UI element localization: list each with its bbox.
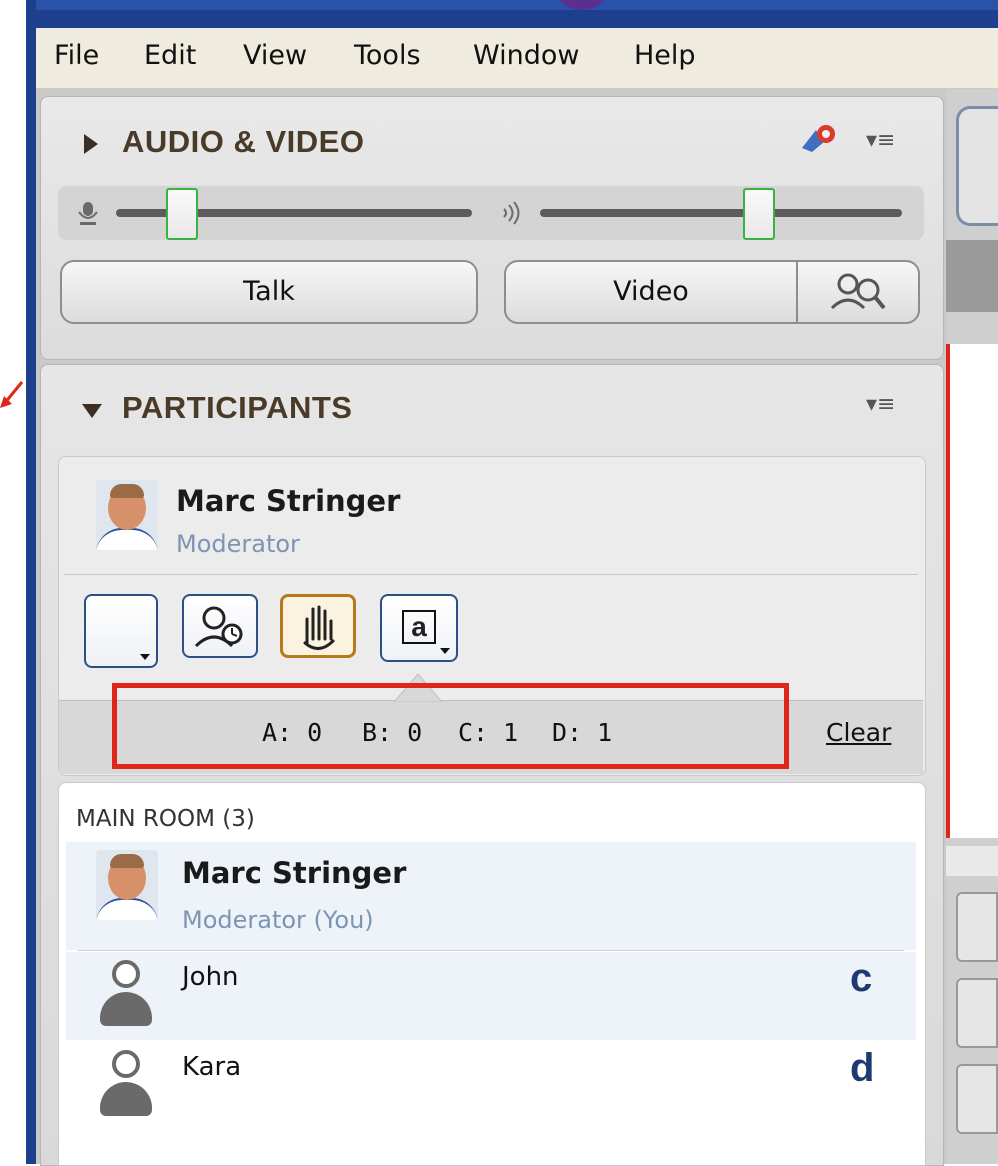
title-strip [36,0,998,10]
answer-dropdown-button[interactable]: a [380,594,458,662]
camera-preferences-icon [830,273,886,310]
menu-help[interactable]: Help [634,40,696,71]
video-button[interactable]: Video [504,260,798,324]
list-item-name[interactable]: John [182,962,239,992]
whiteboard-area[interactable] [946,344,998,838]
shape-tool-icon[interactable] [956,978,998,1048]
panel-menu-icon[interactable]: ▾≡ [866,128,895,153]
list-item-name[interactable]: Kara [182,1052,241,1082]
highlight-box [112,683,789,769]
right-toolbar [946,240,998,312]
menu-tools[interactable]: Tools [354,40,421,71]
expand-arrow-icon[interactable] [82,404,102,418]
menu-window[interactable]: Window [473,40,579,71]
raise-hand-icon [303,605,335,650]
mic-volume-thumb[interactable] [166,188,199,240]
speaker-volume-thumb[interactable] [743,188,776,240]
menu-bar: File Edit View Tools Window Help [36,28,998,89]
annotation-arrow-icon [0,381,24,408]
pencil-tool-icon[interactable] [956,1064,998,1134]
participants-menu-icon[interactable]: ▾≡ [866,392,895,417]
step-away-button[interactable] [182,594,258,658]
speaker-volume-track[interactable] [540,209,902,217]
camera-preferences-button[interactable] [796,260,920,324]
answer-label: d [850,1046,875,1090]
list-item-name[interactable]: Marc Stringer [182,856,406,890]
right-divider [946,846,998,876]
microphone-icon [78,202,98,225]
settings-gear-icon[interactable] [800,122,838,154]
list-item-role: Moderator (You) [182,906,374,934]
my-role: Moderator [176,530,300,558]
participants-title: PARTICIPANTS [122,390,353,425]
text-tool-icon[interactable] [956,892,998,962]
answer-label: c [850,956,873,1000]
avatar [96,850,158,920]
my-name: Marc Stringer [176,484,401,518]
person-icon [96,1048,156,1126]
collapse-arrow-icon[interactable] [84,134,98,154]
divider [64,574,918,575]
clear-answers-link[interactable]: Clear [826,718,891,747]
person-icon [96,958,156,1036]
menu-edit[interactable]: Edit [144,40,196,71]
menu-file[interactable]: File [54,40,99,71]
menu-view[interactable]: View [243,40,307,71]
answer-a-icon: a [402,610,436,644]
raise-hand-button[interactable] [280,594,356,658]
status-away-icon [194,606,243,648]
avatar [96,480,158,550]
logo-shape [552,0,612,10]
status-dropdown-button[interactable] [84,594,158,668]
right-tab[interactable] [956,106,998,226]
audio-video-title: AUDIO & VIDEO [122,124,365,159]
speaker-icon [503,201,520,225]
talk-button[interactable]: Talk [60,260,478,324]
divider [78,950,904,951]
room-label: MAIN ROOM (3) [76,806,255,832]
